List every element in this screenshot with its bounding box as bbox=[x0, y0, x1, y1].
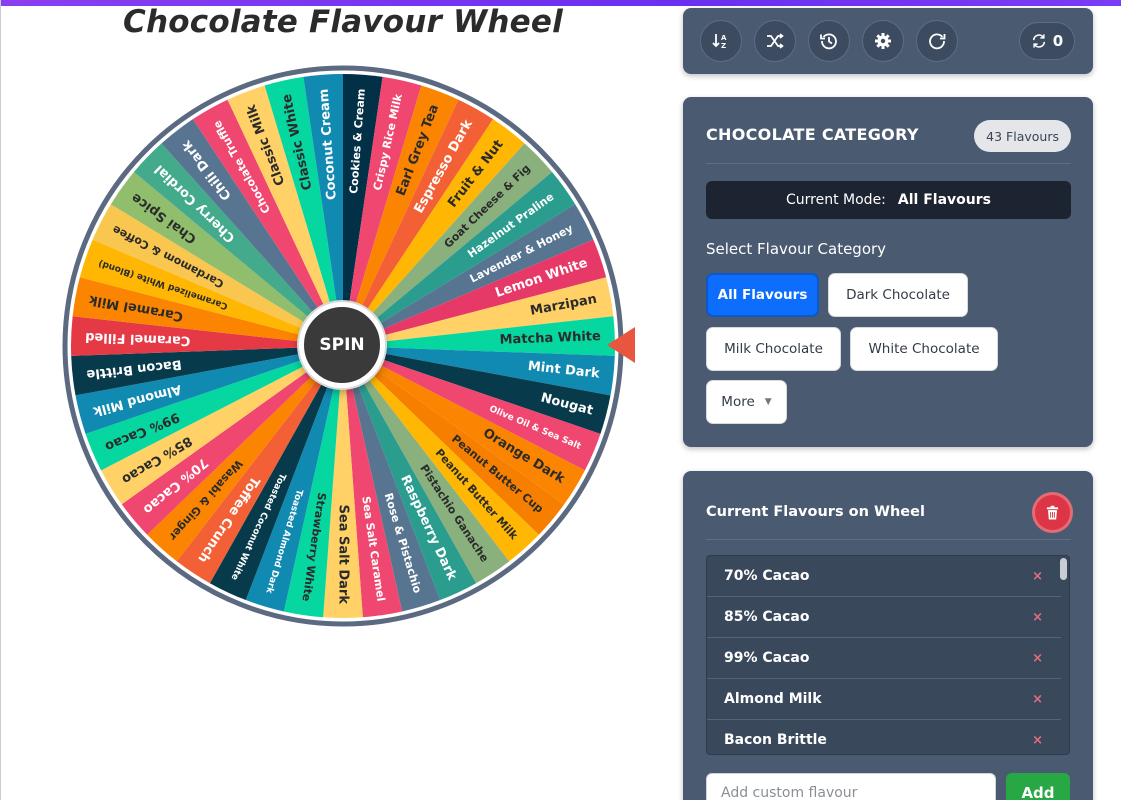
add-flavour-button[interactable]: Add bbox=[1006, 773, 1070, 800]
list-scrollbar[interactable] bbox=[1060, 558, 1067, 580]
flavour-name: Bacon Brittle bbox=[724, 732, 827, 748]
category-panel: CHOCOLATE CATEGORY 43 Flavours Current M… bbox=[683, 97, 1093, 447]
counter-value: 0 bbox=[1052, 32, 1064, 50]
list-item: Almond Milk × bbox=[707, 679, 1061, 720]
chip-white-chocolate[interactable]: White Chocolate bbox=[850, 327, 998, 371]
chip-more-label: More bbox=[721, 394, 755, 410]
flavours-title: Current Flavours on Wheel bbox=[706, 504, 925, 520]
flavour-count-badge: 43 Flavours bbox=[974, 120, 1071, 152]
svg-text:A: A bbox=[721, 34, 727, 42]
spin-counter: 0 bbox=[1019, 22, 1075, 60]
spin-button[interactable]: SPIN bbox=[299, 302, 385, 388]
flavour-name: 85% Cacao bbox=[724, 609, 810, 625]
category-title: CHOCOLATE CATEGORY bbox=[706, 125, 919, 144]
sort-button[interactable]: A Z bbox=[700, 20, 742, 62]
sort-icon: A Z bbox=[712, 34, 727, 50]
redo-icon bbox=[929, 33, 946, 50]
clear-all-button[interactable] bbox=[1035, 495, 1070, 530]
remove-icon[interactable]: × bbox=[1032, 610, 1043, 625]
chip-dark-chocolate[interactable]: Dark Chocolate bbox=[828, 273, 968, 317]
flavours-panel: Current Flavours on Wheel 70% Cacao × 85… bbox=[683, 471, 1093, 800]
select-category-label: Select Flavour Category bbox=[706, 240, 887, 258]
remove-icon[interactable]: × bbox=[1032, 692, 1043, 707]
list-item: 70% Cacao × bbox=[707, 556, 1061, 597]
remove-icon[interactable]: × bbox=[1032, 569, 1043, 584]
chip-all-flavours[interactable]: All Flavours bbox=[706, 273, 819, 317]
shuffle-icon bbox=[767, 33, 784, 49]
remove-icon[interactable]: × bbox=[1032, 733, 1043, 748]
history-icon bbox=[820, 33, 837, 50]
shuffle-button[interactable] bbox=[754, 20, 796, 62]
flavour-name: 99% Cacao bbox=[724, 650, 810, 666]
flavour-name: Almond Milk bbox=[724, 691, 822, 707]
trash-icon bbox=[1046, 505, 1059, 520]
wheel-segment-label: Sea Salt Dark bbox=[336, 505, 351, 605]
custom-flavour-input[interactable] bbox=[706, 773, 996, 800]
wheel-pointer bbox=[607, 327, 635, 363]
list-item: 85% Cacao × bbox=[707, 597, 1061, 638]
sync-icon bbox=[1032, 34, 1045, 48]
page-title: Chocolate Flavour Wheel bbox=[123, 4, 563, 40]
chip-milk-chocolate[interactable]: Milk Chocolate bbox=[706, 327, 841, 371]
reset-button[interactable] bbox=[916, 20, 958, 62]
list-item: 99% Cacao × bbox=[707, 638, 1061, 679]
divider bbox=[706, 539, 1071, 540]
list-item: Bacon Brittle × bbox=[707, 720, 1061, 754]
history-button[interactable] bbox=[808, 20, 850, 62]
chip-more-dropdown[interactable]: More ▼ bbox=[706, 380, 787, 424]
settings-button[interactable] bbox=[862, 20, 904, 62]
current-mode-box: Current Mode: All Flavours bbox=[706, 181, 1071, 219]
mode-label: Current Mode: bbox=[786, 192, 886, 208]
remove-icon[interactable]: × bbox=[1032, 651, 1043, 666]
divider bbox=[706, 163, 1071, 164]
caret-down-icon: ▼ bbox=[764, 397, 772, 407]
mode-value: All Flavours bbox=[897, 192, 991, 208]
flavour-list[interactable]: 70% Cacao × 85% Cacao × 99% Cacao × Almo… bbox=[706, 555, 1070, 755]
svg-text:Z: Z bbox=[721, 42, 726, 50]
toolbar-panel: A Z 0 bbox=[683, 8, 1093, 74]
flavour-name: 70% Cacao bbox=[724, 568, 810, 584]
gear-icon bbox=[875, 33, 891, 49]
